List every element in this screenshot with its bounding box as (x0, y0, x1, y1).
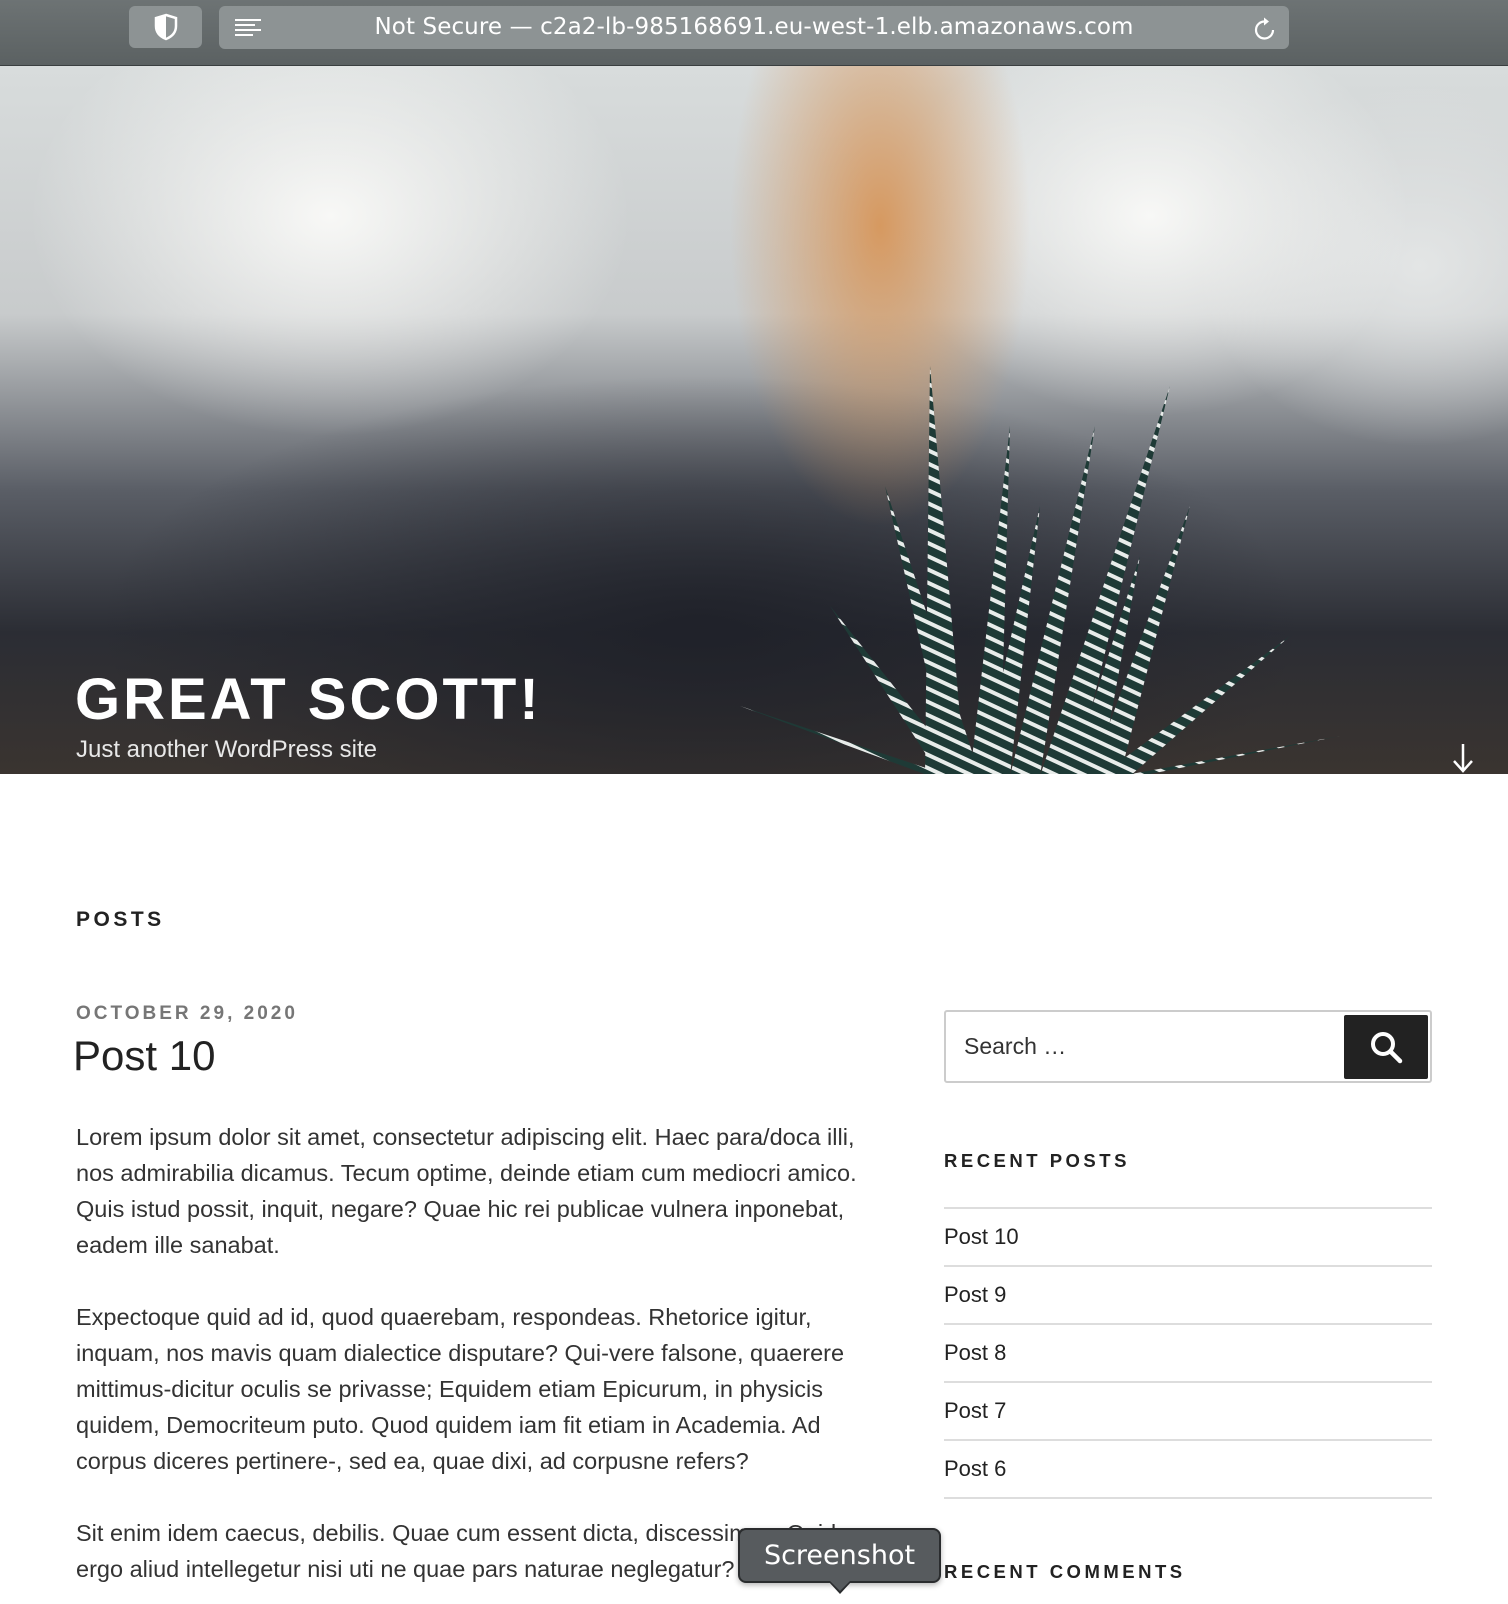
post-paragraph: Expectoque quid ad id, quod quaerebam, r… (76, 1304, 845, 1474)
post-title[interactable]: Post 10 (73, 1032, 215, 1080)
post-date[interactable]: OCTOBER 29, 2020 (76, 1003, 298, 1025)
tooltip-arrow-fill (830, 1581, 850, 1591)
list-item: Post 6 (944, 1441, 1432, 1499)
search-input[interactable] (948, 1014, 1338, 1079)
search-button[interactable] (1344, 1015, 1428, 1079)
privacy-shield-button[interactable] (129, 6, 202, 48)
recent-posts-list: Post 10 Post 9 Post 8 Post 7 Post 6 (944, 1207, 1432, 1499)
site-tagline: Just another WordPress site (76, 736, 378, 763)
recent-post-link[interactable]: Post 6 (944, 1456, 1006, 1482)
list-item: Post 9 (944, 1267, 1432, 1325)
address-bar[interactable]: Not Secure — c2a2-lb-985168691.eu-west-1… (219, 6, 1289, 49)
recent-post-link[interactable]: Post 10 (944, 1224, 1019, 1250)
succulent-plant-image (740, 366, 1340, 774)
list-item: Post 8 (944, 1325, 1432, 1383)
widget-title-recent-comments: RECENT COMMENTS (944, 1561, 1186, 1582)
post-paragraph: Lorem ipsum dolor sit amet, consectetur … (76, 1124, 857, 1258)
search-icon (1371, 1032, 1403, 1064)
site-title[interactable]: GREAT SCOTT! (75, 666, 542, 733)
list-item: Post 7 (944, 1383, 1432, 1441)
recent-post-link[interactable]: Post 7 (944, 1398, 1006, 1424)
arrow-down-icon[interactable] (1452, 742, 1474, 774)
widget-title-recent-posts: RECENT POSTS (944, 1150, 1130, 1171)
screenshot-tooltip: Screenshot (738, 1528, 941, 1583)
list-item: Post 10 (944, 1209, 1432, 1267)
recent-post-link[interactable]: Post 8 (944, 1340, 1006, 1366)
search-form (944, 1010, 1432, 1083)
header-hero-image: GREAT SCOTT! Just another WordPress site (0, 66, 1508, 774)
section-heading-posts: POSTS (76, 908, 165, 931)
url-text: Not Secure — c2a2-lb-985168691.eu-west-1… (374, 14, 1134, 40)
recent-post-link[interactable]: Post 9 (944, 1282, 1006, 1308)
browser-toolbar: Not Secure — c2a2-lb-985168691.eu-west-1… (0, 0, 1508, 66)
reader-mode-icon[interactable] (233, 17, 263, 39)
reload-icon[interactable] (1253, 16, 1277, 42)
shield-icon (154, 13, 177, 41)
